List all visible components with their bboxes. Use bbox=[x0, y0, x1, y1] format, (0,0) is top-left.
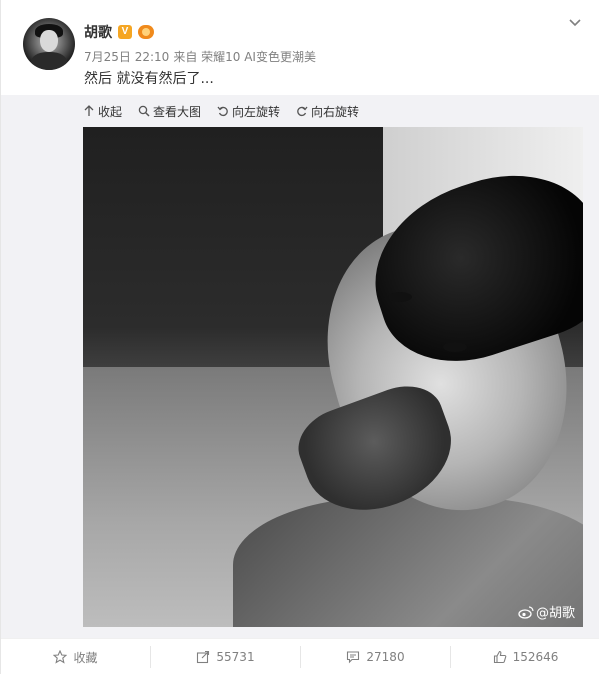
post-text: 然后 就没有然后了... bbox=[84, 71, 214, 87]
repost-button[interactable]: 55731 bbox=[151, 646, 301, 668]
watermark-text: @胡歌 bbox=[535, 606, 575, 621]
comment-icon bbox=[347, 651, 360, 664]
share-icon bbox=[197, 650, 210, 664]
media-container: 收起 查看大图 向左旋转 向右旋转 @胡歌 bbox=[1, 95, 599, 638]
post-header: 胡歌 V 7月25日 22:10 来自 荣耀10 AI变色更潮美 然后 就没有然后… bbox=[1, 0, 599, 95]
weibo-post-card: 胡歌 V 7月25日 22:10 来自 荣耀10 AI变色更潮美 然后 就没有然后… bbox=[0, 0, 599, 674]
magnifier-icon bbox=[138, 105, 150, 117]
like-count: 152646 bbox=[512, 650, 559, 664]
post-actions-bar: 收藏 55731 27180 152646 bbox=[1, 638, 599, 674]
chevron-down-icon[interactable] bbox=[567, 16, 583, 32]
comment-count: 27180 bbox=[366, 650, 405, 664]
star-icon bbox=[53, 650, 68, 664]
post-meta: 7月25日 22:10 来自 荣耀10 AI变色更潮美 bbox=[84, 48, 316, 65]
collapse-button[interactable]: 收起 bbox=[83, 103, 122, 120]
rotate-left-label: 向左旋转 bbox=[232, 104, 281, 119]
media-toolbar: 收起 查看大图 向左旋转 向右旋转 bbox=[83, 101, 359, 121]
username-link[interactable]: 胡歌 bbox=[84, 22, 112, 42]
favorite-label: 收藏 bbox=[73, 650, 98, 665]
avatar-body bbox=[31, 52, 67, 70]
view-large-button[interactable]: 查看大图 bbox=[138, 103, 201, 120]
comment-button[interactable]: 27180 bbox=[301, 646, 451, 668]
weibo-logo-icon bbox=[518, 605, 534, 619]
photo-eye-left bbox=[388, 292, 412, 302]
rotate-right-button[interactable]: 向右旋转 bbox=[296, 103, 359, 120]
user-row: 胡歌 V bbox=[84, 22, 154, 42]
member-badge-icon[interactable] bbox=[138, 25, 154, 39]
rotate-right-label: 向右旋转 bbox=[311, 104, 360, 119]
photo-watermark: @胡歌 bbox=[518, 602, 575, 621]
post-timestamp[interactable]: 7月25日 22:10 bbox=[84, 50, 169, 64]
photo-eye-right bbox=[443, 342, 467, 352]
thumbs-up-icon bbox=[493, 650, 506, 664]
repost-count: 55731 bbox=[216, 650, 255, 664]
verified-badge-icon[interactable]: V bbox=[118, 25, 132, 39]
rotate-left-button[interactable]: 向左旋转 bbox=[217, 103, 280, 120]
favorite-button[interactable]: 收藏 bbox=[1, 646, 151, 668]
post-source[interactable]: 来自 荣耀10 AI变色更潮美 bbox=[173, 50, 316, 64]
arrow-up-icon bbox=[84, 105, 94, 116]
post-photo[interactable]: @胡歌 bbox=[83, 127, 583, 627]
like-button[interactable]: 152646 bbox=[451, 646, 599, 668]
avatar[interactable] bbox=[23, 18, 75, 70]
avatar-face bbox=[40, 30, 58, 52]
collapse-label: 收起 bbox=[98, 104, 123, 119]
rotate-right-icon bbox=[297, 106, 308, 117]
rotate-left-icon bbox=[217, 106, 228, 117]
view-large-label: 查看大图 bbox=[153, 104, 202, 119]
